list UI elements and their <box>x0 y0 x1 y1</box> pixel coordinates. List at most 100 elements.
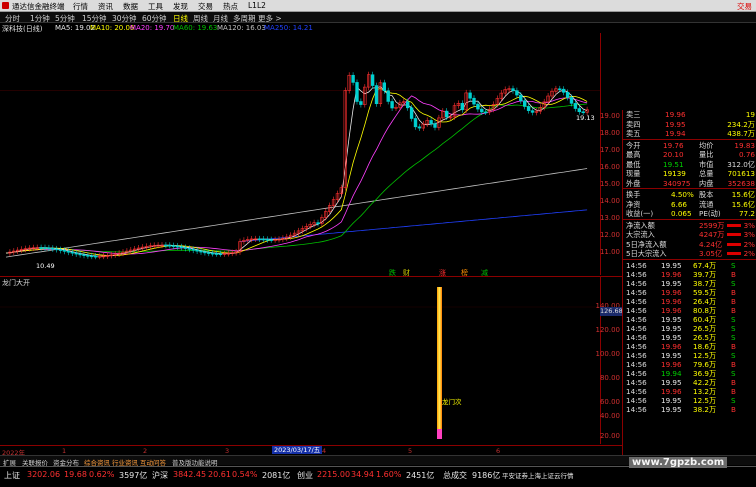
tick-side: B <box>731 287 736 297</box>
time-label: 5 <box>408 447 413 455</box>
candle-body <box>47 247 51 250</box>
candle-body <box>351 74 355 83</box>
ma-info-line: 深科技(日线) MA5: 19.02 MA10: 20.06 MA20: 19.… <box>0 23 620 33</box>
ask-volume: 19 <box>745 110 755 119</box>
fund-row: 换手 4.50% 股本 15.6亿 <box>623 190 756 199</box>
stat-row: 今开 19.76 均价 19.83 <box>623 141 756 150</box>
menu-faxian[interactable]: 发现 <box>173 1 188 12</box>
fund-row: 收益(一) 0.065 PE(动) 77.2 <box>623 209 756 218</box>
index-percent: 0.62% <box>89 470 115 479</box>
flow-row: 净流入额 2599万 3% <box>623 221 756 230</box>
tick-price: 19.96 <box>661 269 682 279</box>
stat-label: 量比 <box>699 150 714 159</box>
ask-row: 卖三 19.96 19 <box>623 110 756 119</box>
menu-hangqing[interactable]: 行情 <box>73 1 88 12</box>
stat-value: 0.76 <box>738 150 755 159</box>
candle-body <box>370 74 375 86</box>
total-turnover-value: 9186亿 <box>472 471 501 480</box>
current-price-marker: 19.13 <box>576 114 595 122</box>
index-value: 2215.00 <box>317 470 351 479</box>
trade-tick-row: 14:56 19.95 26.5万 S <box>623 333 756 342</box>
flow-row: 5日大宗流入 3.05亿 2% <box>623 249 756 258</box>
flow-value: 4.24亿 <box>699 239 723 249</box>
candle-body <box>195 249 199 252</box>
candle-body <box>218 253 223 256</box>
fund-label: 收益(一) <box>626 209 654 218</box>
ma10-value: MA10: 20.06 <box>90 24 135 32</box>
pane-divider[interactable] <box>0 276 622 277</box>
candle-body <box>483 111 488 114</box>
stat-label: 最低 <box>626 159 641 169</box>
tick-side: S <box>731 314 736 324</box>
trade-tick-row: 14:56 19.96 59.5万 B <box>623 288 756 297</box>
menu-jiaoyi[interactable]: 交易 <box>198 1 213 12</box>
index-change: 20.61 <box>208 470 231 479</box>
indicator-chart[interactable] <box>0 287 600 442</box>
tick-time: 14:56 <box>626 323 647 333</box>
candle-body <box>203 251 207 254</box>
tick-side: S <box>731 396 736 406</box>
stat-row: 最高 20.10 量比 0.76 <box>623 150 756 159</box>
indicator-bar-base <box>437 429 442 439</box>
candle-body <box>472 97 476 105</box>
trade-button[interactable]: 交易 <box>737 1 752 12</box>
fund-value: 77.2 <box>738 209 755 218</box>
tick-time: 14:56 <box>626 405 647 415</box>
price-tick: 11.00 <box>599 248 620 256</box>
ma20-line <box>5 95 588 255</box>
trade-tick-row: 14:56 19.95 67.4万 S <box>623 261 756 270</box>
candle-body <box>569 97 574 104</box>
flow-row: 大宗流入 4247万 3% <box>623 230 756 239</box>
price-tick: 15.00 <box>599 180 620 188</box>
fund-label: 换手 <box>626 190 641 199</box>
ask-volume: 438.7万 <box>727 129 755 138</box>
menu-l1l2[interactable]: L1L2 <box>248 1 266 10</box>
flow-label: 5日大宗流入 <box>626 249 667 258</box>
stat-value: 20.10 <box>663 150 684 159</box>
app-logo-icon <box>2 2 9 9</box>
tick-time: 14:56 <box>626 351 647 360</box>
flow-bar <box>727 223 741 227</box>
index-name[interactable]: 创业 <box>297 470 313 481</box>
candle-body <box>211 252 215 255</box>
low-price-marker: 10.49 <box>36 262 55 270</box>
ask-level: 卖四 <box>626 119 641 129</box>
fund-value: 15.6亿 <box>731 199 755 209</box>
index-percent: 0.54% <box>232 470 258 479</box>
candle-body <box>199 250 203 253</box>
cursor-date: 2023/03/17/五 <box>272 446 323 454</box>
candle-body <box>429 120 433 124</box>
candle-body <box>58 249 63 251</box>
stat-value: 19.76 <box>663 140 684 150</box>
menu-zixun[interactable]: 资讯 <box>98 1 113 12</box>
menu-redian[interactable]: 热点 <box>223 1 238 12</box>
flow-percent: 2% <box>743 239 755 249</box>
candle-body <box>74 252 78 255</box>
candle-body <box>405 101 410 109</box>
ma5-value: MA5: 19.02 <box>55 24 95 32</box>
fund-label: 流通 <box>699 199 714 209</box>
trading-terminal: 通达信金融终端 行情 资讯 数据 工具 发现 交易 热点 L1L2 交易 分时 … <box>0 0 756 487</box>
tick-price: 19.95 <box>661 314 682 324</box>
flow-label: 5日净流入额 <box>626 239 667 249</box>
kline-chart[interactable] <box>0 33 600 275</box>
tick-side: S <box>731 351 736 360</box>
index-name[interactable]: 上证 <box>4 470 20 481</box>
index-name[interactable]: 沪深 <box>152 470 168 481</box>
index-change: 34.94 <box>351 470 374 479</box>
candle-body <box>577 108 582 113</box>
menu-shuju[interactable]: 数据 <box>123 1 138 12</box>
ask-row: 卖四 19.95 234.2万 <box>623 120 756 129</box>
candle-body <box>581 111 585 114</box>
flow-row: 5日净流入额 4.24亿 2% <box>623 240 756 249</box>
stat-value: 19.51 <box>663 159 684 169</box>
fund-label: PE(动) <box>699 209 721 218</box>
menu-gongju[interactable]: 工具 <box>148 1 163 12</box>
candle-body <box>90 255 94 258</box>
time-axis: 2022年 1 2 3 4 5 6 2023/03/17/五 <box>0 445 622 457</box>
flow-percent: 3% <box>743 220 755 230</box>
tick-time: 14:56 <box>626 360 647 370</box>
price-axis: 19.00 18.00 17.00 16.00 15.00 14.00 13.0… <box>600 33 622 275</box>
indicator-axis: 140.00 120.00 100.00 80.00 60.00 40.00 2… <box>596 277 622 444</box>
tick-price: 19.96 <box>661 387 682 397</box>
